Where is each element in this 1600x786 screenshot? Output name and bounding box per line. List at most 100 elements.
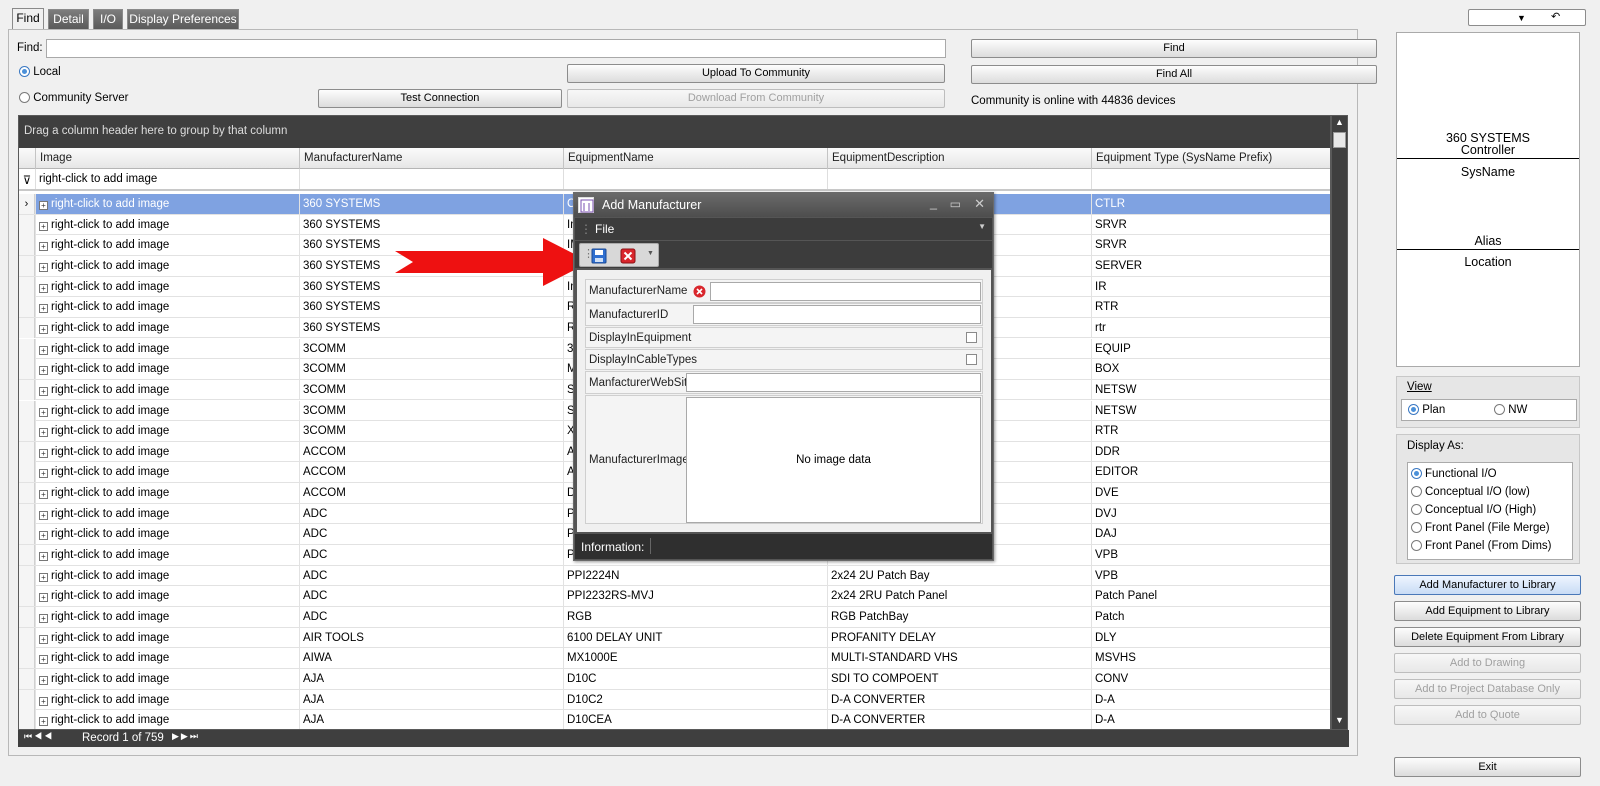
row-indicator[interactable] bbox=[19, 689, 35, 710]
cell-equipment-name[interactable]: PPI2232RS-MVJ bbox=[563, 586, 827, 607]
community-server-radio[interactable]: Community Server bbox=[19, 92, 128, 104]
cell-equipment-type[interactable]: D-A bbox=[1091, 710, 1330, 729]
expand-icon[interactable]: + bbox=[39, 634, 48, 644]
cell-equipment-type[interactable]: RTR bbox=[1091, 421, 1330, 442]
cell-equipment-type[interactable]: SRVR bbox=[1091, 214, 1330, 235]
upload-to-community-button[interactable]: Upload To Community bbox=[567, 64, 945, 83]
cell-equipment-name[interactable]: D10C2 bbox=[563, 689, 827, 710]
column-header-image[interactable]: Image bbox=[35, 148, 299, 169]
expand-icon[interactable]: + bbox=[39, 345, 48, 355]
table-row[interactable]: + right-click to add image ADC RGB RGB Patch… bbox=[19, 607, 1330, 628]
grid-vertical-scrollbar[interactable]: ▲ ▼ bbox=[1331, 115, 1348, 730]
tab-detail[interactable]: Detail bbox=[48, 9, 89, 29]
expand-icon[interactable]: + bbox=[39, 593, 48, 603]
row-indicator[interactable] bbox=[19, 379, 35, 400]
row-indicator[interactable] bbox=[19, 338, 35, 359]
cell-image[interactable]: + right-click to add image bbox=[35, 586, 299, 607]
close-icon[interactable]: ✕ bbox=[974, 196, 985, 212]
cell-manufacturer[interactable]: ADC bbox=[299, 607, 563, 627]
cell-image[interactable]: + right-click to add image bbox=[35, 689, 299, 710]
cell-manufacturer[interactable]: ADC bbox=[299, 545, 563, 566]
cell-equipment-type[interactable]: BOX bbox=[1091, 359, 1330, 380]
cell-equipment-type[interactable]: DVE bbox=[1091, 483, 1330, 504]
chevron-down-icon[interactable]: ▼ bbox=[1517, 10, 1526, 27]
expand-icon[interactable]: + bbox=[39, 675, 48, 685]
cell-image[interactable]: + right-click to add image bbox=[35, 627, 299, 648]
add-to-project-database-button[interactable]: Add to Project Database Only bbox=[1394, 679, 1581, 699]
display-as-option[interactable]: Conceptual I/O (High) bbox=[1411, 504, 1536, 516]
record-nav-first-prev-icon[interactable]: ⏮◀◀ bbox=[24, 731, 54, 742]
cell-equipment-type[interactable]: DLY bbox=[1091, 627, 1330, 648]
cell-image[interactable]: + right-click to add image bbox=[35, 276, 299, 297]
row-indicator[interactable] bbox=[19, 400, 35, 421]
cell-image[interactable]: + right-click to add image bbox=[35, 441, 299, 462]
manufacturer-image-box[interactable]: No image data bbox=[686, 397, 981, 523]
table-row[interactable]: + right-click to add image AIR TOOLS 6100 D… bbox=[19, 627, 1330, 649]
table-row[interactable]: + right-click to add image AJA D10C SDI TO C… bbox=[19, 668, 1330, 690]
cell-equipment-description[interactable]: MULTI-STANDARD VHS bbox=[827, 648, 1091, 669]
row-indicator[interactable] bbox=[19, 462, 35, 483]
row-indicator[interactable] bbox=[19, 359, 35, 380]
row-indicator[interactable] bbox=[19, 317, 35, 338]
cell-equipment-description[interactable]: 2x24 2RU Patch Panel bbox=[827, 586, 1091, 607]
cell-manufacturer[interactable]: 360 SYSTEMS bbox=[299, 297, 563, 318]
row-indicator[interactable] bbox=[19, 297, 35, 318]
expand-icon[interactable]: + bbox=[39, 572, 48, 582]
display-in-equipment-checkbox[interactable] bbox=[966, 332, 977, 343]
cell-image[interactable]: + right-click to add image bbox=[35, 317, 299, 338]
group-by-panel[interactable]: Drag a column header here to group by th… bbox=[19, 116, 1330, 148]
cell-equipment-type[interactable]: EQUIP bbox=[1091, 338, 1330, 359]
row-indicator[interactable] bbox=[19, 668, 35, 689]
cell-image[interactable]: + right-click to add image bbox=[35, 462, 299, 483]
display-as-radio[interactable] bbox=[1411, 468, 1422, 480]
row-indicator[interactable] bbox=[19, 503, 35, 524]
record-nav-next-last-icon[interactable]: ▶▶⏭ bbox=[172, 731, 200, 742]
dialog-title-bar[interactable]: Add Manufacturer _ ▭ ✕ bbox=[574, 193, 993, 217]
cell-manufacturer[interactable]: 3COMM bbox=[299, 338, 563, 359]
column-header-equipment-name[interactable]: EquipmentName bbox=[563, 148, 827, 169]
cell-image[interactable]: + right-click to add image bbox=[35, 214, 299, 235]
column-header-manufacturer[interactable]: ManufacturerName bbox=[299, 148, 563, 169]
display-as-option[interactable]: Functional I/O bbox=[1411, 468, 1497, 480]
cell-equipment-type[interactable]: CTLR bbox=[1091, 194, 1330, 214]
table-row[interactable]: + right-click to add image ADC PPI2224N 2x24… bbox=[19, 565, 1330, 587]
expand-icon[interactable]: + bbox=[39, 490, 48, 500]
add-to-quote-button[interactable]: Add to Quote bbox=[1394, 705, 1581, 725]
cell-image[interactable]: + right-click to add image bbox=[35, 503, 299, 524]
cell-image[interactable]: + right-click to add image bbox=[35, 235, 299, 256]
website-input[interactable] bbox=[686, 373, 981, 392]
row-indicator[interactable] bbox=[19, 648, 35, 669]
find-all-button[interactable]: Find All bbox=[971, 65, 1377, 84]
table-row[interactable]: + right-click to add image AJA D10C2 D-A CON… bbox=[19, 689, 1330, 711]
row-indicator[interactable] bbox=[19, 524, 35, 545]
cell-image[interactable]: + right-click to add image bbox=[35, 338, 299, 359]
display-in-cable-types-checkbox[interactable] bbox=[966, 354, 977, 365]
cell-image[interactable]: + right-click to add image bbox=[35, 379, 299, 400]
cell-equipment-type[interactable]: IR bbox=[1091, 276, 1330, 297]
row-indicator[interactable] bbox=[19, 214, 35, 235]
display-as-option[interactable]: Front Panel (From Dims) bbox=[1411, 540, 1552, 552]
cell-image[interactable]: + right-click to add image bbox=[35, 483, 299, 504]
cell-manufacturer[interactable]: 3COMM bbox=[299, 379, 563, 400]
cell-manufacturer[interactable]: AJA bbox=[299, 668, 563, 689]
minimize-icon[interactable]: _ bbox=[930, 196, 937, 210]
row-indicator[interactable] bbox=[19, 627, 35, 648]
cell-manufacturer[interactable]: AIR TOOLS bbox=[299, 627, 563, 648]
cell-equipment-type[interactable]: MSVHS bbox=[1091, 648, 1330, 669]
scroll-thumb[interactable] bbox=[1333, 132, 1346, 148]
cell-equipment-name[interactable]: D10CEA bbox=[563, 710, 827, 729]
cell-manufacturer[interactable]: ACCOM bbox=[299, 441, 563, 462]
cell-manufacturer[interactable]: AIWA bbox=[299, 648, 563, 669]
cell-manufacturer[interactable]: ACCOM bbox=[299, 462, 563, 483]
cell-manufacturer[interactable]: ADC bbox=[299, 586, 563, 607]
cell-manufacturer[interactable]: ACCOM bbox=[299, 483, 563, 504]
column-header-equipment-type[interactable]: Equipment Type (SysName Prefix) bbox=[1091, 148, 1330, 169]
cell-equipment-type[interactable]: RTR bbox=[1091, 297, 1330, 318]
cell-equipment-type[interactable]: VPB bbox=[1091, 565, 1330, 586]
add-manufacturer-button[interactable]: Add Manufacturer to Library bbox=[1394, 575, 1581, 595]
expand-icon[interactable]: + bbox=[39, 428, 48, 438]
scroll-up-icon[interactable]: ▲ bbox=[1333, 117, 1346, 130]
cell-equipment-description[interactable]: RGB PatchBay bbox=[827, 607, 1091, 627]
manufacturer-name-input[interactable] bbox=[710, 282, 981, 301]
expand-icon[interactable]: + bbox=[39, 386, 48, 396]
